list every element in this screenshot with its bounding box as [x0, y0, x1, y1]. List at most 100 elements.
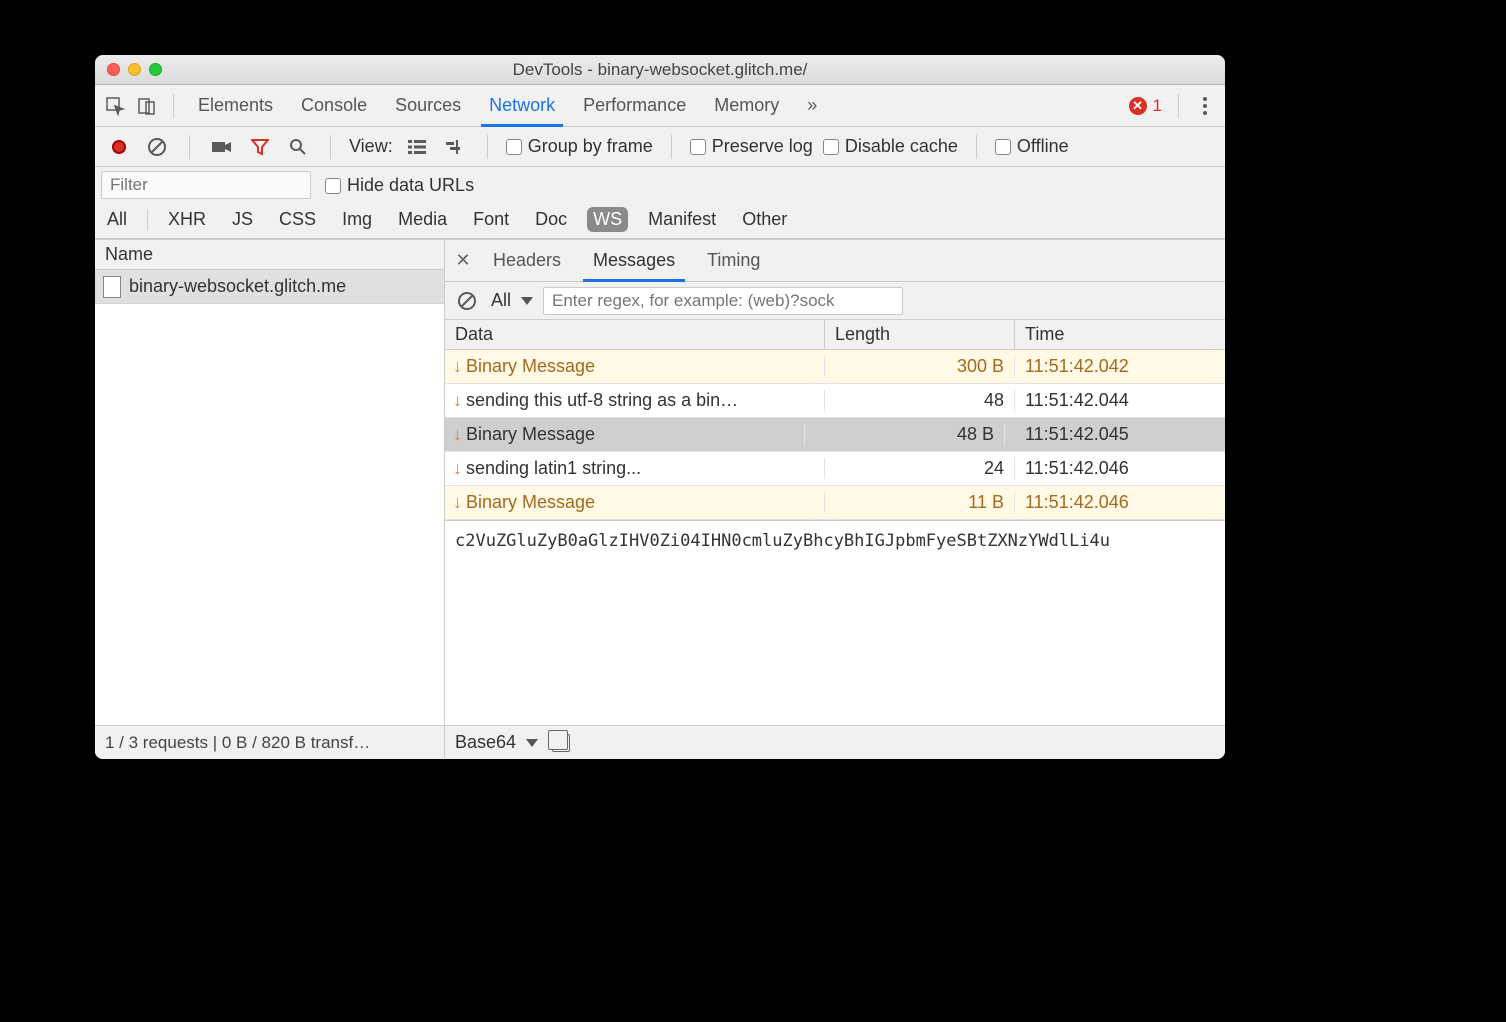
tabs-overflow-button[interactable]: » — [795, 85, 829, 127]
search-icon[interactable] — [284, 133, 312, 161]
message-row[interactable]: ↓Binary Message 11 B11:51:42.046 — [445, 486, 1225, 520]
divider — [173, 94, 174, 118]
filter-input[interactable] — [101, 171, 311, 199]
tab-elements[interactable]: Elements — [186, 85, 285, 127]
col-time[interactable]: Time — [1015, 320, 1225, 349]
error-badge[interactable]: ✕ 1 — [1129, 96, 1162, 116]
copy-icon[interactable] — [552, 734, 570, 752]
arrow-down-icon: ↓ — [453, 458, 462, 479]
divider — [671, 135, 672, 159]
arrow-down-icon: ↓ — [453, 424, 462, 445]
message-row[interactable]: ↓sending latin1 string... 2411:51:42.046 — [445, 452, 1225, 486]
message-time: 11:51:42.046 — [1015, 458, 1225, 479]
filter-bar: Hide data URLs All XHR JS CSS Img Media Font Do… — [95, 167, 1225, 239]
messages-filter-bar: All — [445, 282, 1225, 320]
tab-network[interactable]: Network — [477, 85, 567, 127]
message-label: Binary Message — [466, 492, 595, 513]
tab-sources[interactable]: Sources — [383, 85, 473, 127]
message-label: Binary Message — [466, 424, 595, 445]
overview-icon[interactable] — [441, 133, 469, 161]
offline-checkbox[interactable]: Offline — [995, 136, 1069, 157]
payload-toolbar: Base64 — [445, 725, 1225, 759]
preserve-log-checkbox[interactable]: Preserve log — [690, 136, 813, 157]
message-row[interactable]: ↓sending this utf-8 string as a bin… 4811… — [445, 384, 1225, 418]
window-title: DevTools - binary-websocket.glitch.me/ — [95, 60, 1225, 80]
disable-cache-checkbox[interactable]: Disable cache — [823, 136, 958, 157]
filter-type-all[interactable]: All — [101, 207, 133, 232]
message-time: 11:51:42.042 — [1015, 356, 1225, 377]
divider — [147, 210, 148, 230]
tab-console[interactable]: Console — [289, 85, 379, 127]
requests-status: 1 / 3 requests | 0 B / 820 B transf… — [95, 725, 444, 759]
titlebar: DevTools - binary-websocket.glitch.me/ — [95, 55, 1225, 85]
divider — [1178, 94, 1179, 118]
message-label: sending this utf-8 string as a bin… — [466, 390, 738, 411]
file-icon — [103, 276, 121, 298]
content-area: Name binary-websocket.glitch.me 1 / 3 re… — [95, 239, 1225, 759]
filter-type-css[interactable]: CSS — [273, 207, 322, 232]
filter-type-doc[interactable]: Doc — [529, 207, 573, 232]
detail-tabbar: ✕ HeadersMessagesTiming — [445, 240, 1225, 282]
clear-messages-icon[interactable] — [453, 287, 481, 315]
filter-type-media[interactable]: Media — [392, 207, 453, 232]
group-by-frame-checkbox[interactable]: Group by frame — [506, 136, 653, 157]
message-length: 300 B — [825, 356, 1015, 377]
message-row[interactable]: ↓Binary Message300 B11:51:42.042 — [445, 350, 1225, 384]
message-time: 11:51:42.046 — [1015, 492, 1225, 513]
network-toolbar: View: Group by frame Preserve log Disabl… — [95, 127, 1225, 167]
divider — [487, 135, 488, 159]
divider — [330, 135, 331, 159]
detail-tab-headers[interactable]: Headers — [477, 240, 577, 282]
divider — [976, 135, 977, 159]
filter-type-xhr[interactable]: XHR — [162, 207, 212, 232]
message-length: 11 B — [825, 492, 1015, 513]
device-toolbar-icon[interactable] — [133, 92, 161, 120]
detail-tab-timing[interactable]: Timing — [691, 240, 776, 282]
name-column-header[interactable]: Name — [95, 240, 444, 270]
message-time: 11:51:42.044 — [1015, 390, 1225, 411]
filter-type-img[interactable]: Img — [336, 207, 378, 232]
message-regex-input[interactable] — [543, 287, 903, 315]
record-button[interactable] — [105, 133, 133, 161]
col-length[interactable]: Length — [825, 320, 1015, 349]
devtools-window: DevTools - binary-websocket.glitch.me/ E… — [95, 55, 1225, 759]
filter-type-ws[interactable]: WS — [587, 207, 628, 232]
clear-icon[interactable] — [143, 133, 171, 161]
large-rows-icon[interactable] — [403, 133, 431, 161]
message-type-filter[interactable]: All — [491, 290, 533, 311]
view-label: View: — [349, 136, 393, 157]
col-data[interactable]: Data — [445, 320, 825, 349]
hide-data-urls-checkbox[interactable]: Hide data URLs — [325, 175, 474, 196]
error-count: 1 — [1153, 96, 1162, 116]
requests-pane: Name binary-websocket.glitch.me 1 / 3 re… — [95, 240, 445, 759]
message-time: 11:51:42.045 — [1015, 424, 1225, 445]
kebab-menu-icon[interactable] — [1191, 92, 1219, 120]
arrow-down-icon: ↓ — [453, 356, 462, 377]
message-length: 48 — [825, 390, 1015, 411]
detail-pane: ✕ HeadersMessagesTiming All Data Length … — [445, 240, 1225, 759]
filter-type-manifest[interactable]: Manifest — [642, 207, 722, 232]
main-tabbar: ElementsConsoleSourcesNetworkPerformance… — [95, 85, 1225, 127]
divider — [189, 135, 190, 159]
tab-performance[interactable]: Performance — [571, 85, 698, 127]
message-length: 24 — [825, 458, 1015, 479]
filter-type-font[interactable]: Font — [467, 207, 515, 232]
tab-memory[interactable]: Memory — [702, 85, 791, 127]
message-row[interactable]: ↓Binary Message48 B11:51:42.045 — [445, 418, 1225, 452]
messages-table-header: Data Length Time — [445, 320, 1225, 350]
inspect-element-icon[interactable] — [101, 92, 129, 120]
camera-icon[interactable] — [208, 133, 236, 161]
message-payload[interactable]: c2VuZGluZyB0aGlzIHV0Zi04IHN0cmluZyBhcyBh… — [445, 520, 1225, 725]
filter-type-other[interactable]: Other — [736, 207, 793, 232]
close-detail-icon[interactable]: ✕ — [449, 247, 477, 275]
request-row[interactable]: binary-websocket.glitch.me — [95, 270, 444, 304]
messages-table: Data Length Time ↓Binary Message300 B11:… — [445, 320, 1225, 759]
detail-tab-messages[interactable]: Messages — [577, 240, 691, 282]
arrow-down-icon: ↓ — [453, 492, 462, 513]
arrow-down-icon: ↓ — [453, 390, 462, 411]
encoding-select[interactable]: Base64 — [455, 732, 538, 753]
filter-icon[interactable] — [246, 133, 274, 161]
chevron-down-icon — [526, 739, 538, 747]
filter-type-js[interactable]: JS — [226, 207, 259, 232]
message-label: sending latin1 string... — [466, 458, 641, 479]
